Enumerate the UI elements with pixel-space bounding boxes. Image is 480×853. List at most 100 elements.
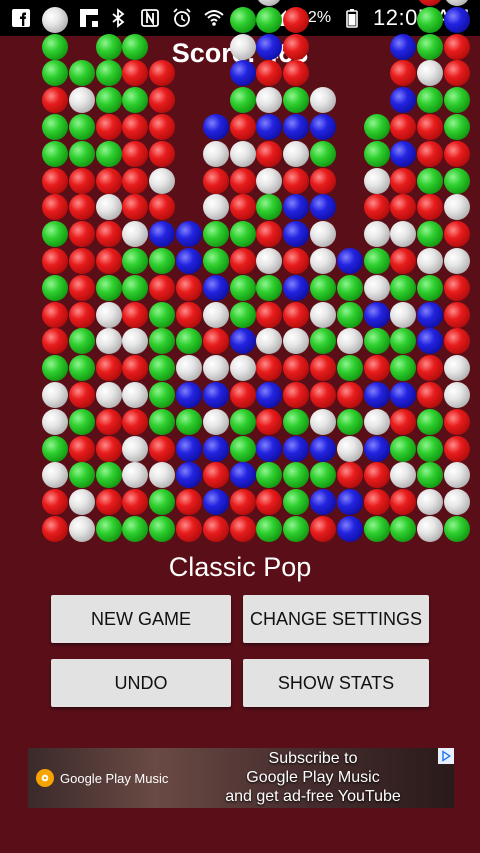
green-ball[interactable] — [256, 462, 283, 489]
green-ball[interactable] — [363, 140, 390, 167]
red-ball[interactable] — [42, 87, 68, 114]
red-ball[interactable] — [176, 489, 202, 516]
red-ball[interactable] — [283, 248, 310, 274]
green-ball[interactable] — [444, 167, 470, 194]
red-ball[interactable] — [229, 516, 256, 542]
green-ball[interactable] — [149, 248, 176, 274]
white-ball[interactable] — [122, 221, 149, 248]
red-ball[interactable] — [390, 489, 417, 516]
red-ball[interactable] — [149, 274, 176, 301]
white-ball[interactable] — [336, 328, 363, 355]
red-ball[interactable] — [256, 408, 283, 435]
white-ball[interactable] — [363, 408, 390, 435]
blue-ball[interactable] — [229, 328, 256, 355]
red-ball[interactable] — [390, 408, 417, 435]
red-ball[interactable] — [202, 328, 229, 355]
red-ball[interactable] — [310, 355, 336, 382]
green-ball[interactable] — [68, 355, 95, 382]
red-ball[interactable] — [42, 248, 68, 274]
red-ball[interactable] — [68, 167, 95, 194]
white-ball[interactable] — [256, 248, 283, 274]
green-ball[interactable] — [95, 462, 122, 489]
white-ball[interactable] — [122, 382, 149, 408]
green-ball[interactable] — [363, 328, 390, 355]
green-ball[interactable] — [444, 114, 470, 140]
red-ball[interactable] — [122, 194, 149, 221]
white-ball[interactable] — [417, 248, 444, 274]
white-ball[interactable] — [149, 462, 176, 489]
white-ball[interactable] — [122, 328, 149, 355]
blue-ball[interactable] — [336, 248, 363, 274]
green-ball[interactable] — [229, 221, 256, 248]
green-ball[interactable] — [229, 408, 256, 435]
blue-ball[interactable] — [310, 114, 336, 140]
blue-ball[interactable] — [444, 6, 470, 33]
blue-ball[interactable] — [256, 382, 283, 408]
green-ball[interactable] — [390, 274, 417, 301]
green-ball[interactable] — [336, 274, 363, 301]
blue-ball[interactable] — [283, 274, 310, 301]
green-ball[interactable] — [417, 221, 444, 248]
white-ball[interactable] — [417, 60, 444, 87]
red-ball[interactable] — [42, 489, 68, 516]
green-ball[interactable] — [229, 301, 256, 328]
red-ball[interactable] — [417, 194, 444, 221]
white-ball[interactable] — [417, 516, 444, 542]
red-ball[interactable] — [149, 140, 176, 167]
blue-ball[interactable] — [310, 435, 336, 462]
red-ball[interactable] — [444, 60, 470, 87]
red-ball[interactable] — [149, 114, 176, 140]
white-ball[interactable] — [444, 462, 470, 489]
green-ball[interactable] — [149, 328, 176, 355]
green-ball[interactable] — [417, 33, 444, 60]
green-ball[interactable] — [122, 87, 149, 114]
blue-ball[interactable] — [363, 435, 390, 462]
white-ball[interactable] — [310, 87, 336, 114]
white-ball[interactable] — [202, 140, 229, 167]
green-ball[interactable] — [417, 167, 444, 194]
green-ball[interactable] — [310, 274, 336, 301]
red-ball[interactable] — [68, 382, 95, 408]
green-ball[interactable] — [95, 140, 122, 167]
green-ball[interactable] — [390, 328, 417, 355]
show-stats-button[interactable]: SHOW STATS — [243, 659, 429, 707]
blue-ball[interactable] — [390, 87, 417, 114]
blue-ball[interactable] — [310, 194, 336, 221]
blue-ball[interactable] — [390, 382, 417, 408]
green-ball[interactable] — [336, 408, 363, 435]
green-ball[interactable] — [363, 114, 390, 140]
red-ball[interactable] — [310, 382, 336, 408]
red-ball[interactable] — [95, 408, 122, 435]
green-ball[interactable] — [417, 435, 444, 462]
red-ball[interactable] — [417, 355, 444, 382]
red-ball[interactable] — [68, 301, 95, 328]
blue-ball[interactable] — [283, 194, 310, 221]
red-ball[interactable] — [283, 301, 310, 328]
blue-ball[interactable] — [176, 462, 202, 489]
white-ball[interactable] — [42, 6, 68, 33]
green-ball[interactable] — [310, 328, 336, 355]
white-ball[interactable] — [310, 408, 336, 435]
red-ball[interactable] — [68, 221, 95, 248]
green-ball[interactable] — [256, 516, 283, 542]
white-ball[interactable] — [68, 87, 95, 114]
white-ball[interactable] — [283, 140, 310, 167]
red-ball[interactable] — [149, 87, 176, 114]
white-ball[interactable] — [283, 328, 310, 355]
blue-ball[interactable] — [417, 301, 444, 328]
green-ball[interactable] — [68, 408, 95, 435]
green-ball[interactable] — [42, 274, 68, 301]
white-ball[interactable] — [444, 382, 470, 408]
white-ball[interactable] — [229, 33, 256, 60]
red-ball[interactable] — [390, 60, 417, 87]
blue-ball[interactable] — [390, 33, 417, 60]
red-ball[interactable] — [42, 516, 68, 542]
red-ball[interactable] — [336, 382, 363, 408]
blue-ball[interactable] — [390, 140, 417, 167]
red-ball[interactable] — [229, 194, 256, 221]
white-ball[interactable] — [256, 87, 283, 114]
green-ball[interactable] — [42, 140, 68, 167]
white-ball[interactable] — [363, 167, 390, 194]
game-board[interactable] — [0, 0, 480, 853]
red-ball[interactable] — [202, 516, 229, 542]
